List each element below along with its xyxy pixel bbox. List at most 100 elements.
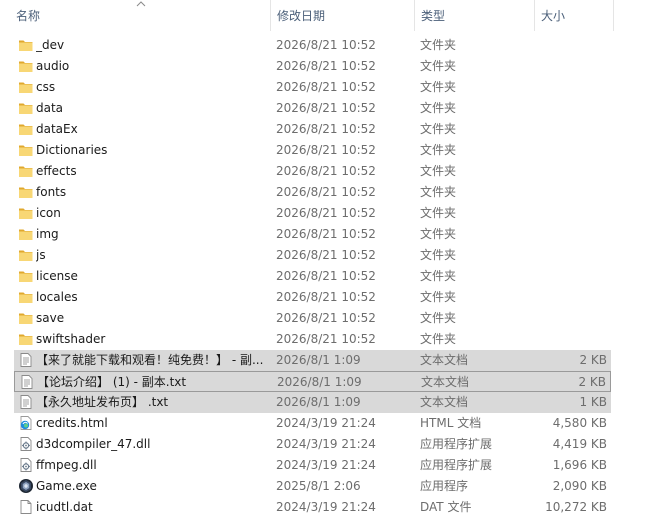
file-name: fonts [36,185,67,199]
file-row[interactable]: 【论坛介绍】 (1) - 副本.txt 2026/8/1 1:09 文本文档 2 KB [14,371,611,392]
file-type: 文本文档 [420,353,469,367]
file-modified-date: 2026/8/21 10:52 [276,206,376,220]
file-row[interactable]: license 2026/8/21 10:52 文件夹 [14,266,611,287]
file-name: js [36,248,46,262]
file-type: 文件夹 [420,101,457,115]
folder-icon [18,289,34,305]
file-row[interactable]: credits.html 2024/3/19 21:24 HTML 文档 4,580 … [14,413,611,434]
file-row[interactable]: img 2026/8/21 10:52 文件夹 [14,224,611,245]
file-type: 文本文档 [420,395,469,409]
file-name: icon [36,206,61,220]
file-row[interactable]: js 2026/8/21 10:52 文件夹 [14,245,611,266]
file-name: audio [36,59,70,73]
file-name: locales [36,290,78,304]
file-row[interactable]: effects 2026/8/21 10:52 文件夹 [14,161,611,182]
file-modified-date: 2026/8/1 1:09 [276,395,361,409]
file-name: Dictionaries [36,143,108,157]
file-row[interactable]: ffmpeg.dll 2024/3/19 21:24 应用程序扩展 1,696 KB [14,455,611,476]
file-type: 文件夹 [420,269,457,283]
column-header-date[interactable]: 修改日期 [271,0,414,31]
folder-icon [18,331,34,347]
file-name: data [36,101,64,115]
file-name: effects [36,164,77,178]
file-row[interactable]: icudtl.dat 2024/3/19 21:24 DAT 文件 10,272 KB [14,497,611,518]
file-modified-date: 2026/8/21 10:52 [276,122,376,136]
column-size-label: 大小 [541,9,566,23]
file-size: 10,272 KB [545,500,607,514]
file-modified-date: 2024/3/19 21:24 [276,416,376,430]
file-name: license [36,269,78,283]
folder-icon [18,268,34,284]
file-type: DAT 文件 [420,500,472,514]
file-type: 应用程序扩展 [420,458,493,472]
file-modified-date: 2026/8/21 10:52 [276,185,376,199]
text-file-icon [18,352,34,368]
file-row[interactable]: locales 2026/8/21 10:52 文件夹 [14,287,611,308]
file-size: 1,696 KB [552,458,607,472]
file-type: 文件夹 [420,332,457,346]
folder-icon [18,79,34,95]
folder-icon [18,121,34,137]
file-modified-date: 2026/8/21 10:52 [276,248,376,262]
folder-icon [18,100,34,116]
file-name: ffmpeg.dll [36,458,97,472]
file-row[interactable]: dataEx 2026/8/21 10:52 文件夹 [14,119,611,140]
file-row[interactable]: data 2026/8/21 10:52 文件夹 [14,98,611,119]
file-modified-date: 2026/8/21 10:52 [276,59,376,73]
file-row[interactable]: _dev 2026/8/21 10:52 文件夹 [14,35,611,56]
file-row[interactable]: icon 2026/8/21 10:52 文件夹 [14,203,611,224]
file-type: 文件夹 [420,80,457,94]
file-type: 文件夹 [420,227,457,241]
file-type: 文件夹 [420,290,457,304]
file-name: Game.exe [36,479,97,493]
file-modified-date: 2026/8/21 10:52 [276,80,376,94]
file-row[interactable]: fonts 2026/8/21 10:52 文件夹 [14,182,611,203]
file-name: d3dcompiler_47.dll [36,437,151,451]
file-row[interactable]: save 2026/8/21 10:52 文件夹 [14,308,611,329]
file-name: icudtl.dat [36,500,93,514]
column-header-size[interactable]: 大小 [535,0,613,31]
file-name: 【论坛介绍】 (1) - 副本.txt [37,375,187,389]
file-row[interactable]: css 2026/8/21 10:52 文件夹 [14,77,611,98]
file-size: 2 KB [578,375,606,389]
file-type: 文件夹 [420,185,457,199]
file-type: 文件夹 [420,206,457,220]
file-modified-date: 2026/8/21 10:52 [276,164,376,178]
file-modified-date: 2026/8/1 1:09 [277,375,362,389]
file-modified-date: 2026/8/21 10:52 [276,101,376,115]
file-modified-date: 2026/8/1 1:09 [276,353,361,367]
file-row[interactable]: Dictionaries 2026/8/21 10:52 文件夹 [14,140,611,161]
file-name: 【永久地址发布页】 .txt [36,395,169,409]
file-type: 文件夹 [420,38,457,52]
file-modified-date: 2024/3/19 21:24 [276,458,376,472]
blank-file-icon [18,499,34,515]
file-name: save [36,311,65,325]
file-row[interactable]: swiftshader 2026/8/21 10:52 文件夹 [14,329,611,350]
file-type: 文件夹 [420,164,457,178]
column-divider[interactable] [613,0,614,31]
folder-icon [18,58,34,74]
column-header-type[interactable]: 类型 [415,0,534,31]
folder-icon [18,163,34,179]
file-type: 应用程序扩展 [420,437,493,451]
column-date-label: 修改日期 [277,9,326,23]
file-type: 文件夹 [420,59,457,73]
file-name: _dev [36,38,65,52]
file-modified-date: 2024/3/19 21:24 [276,437,376,451]
file-row[interactable]: Game.exe 2025/8/1 2:06 应用程序 2,090 KB [14,476,611,497]
folder-icon [18,142,34,158]
file-modified-date: 2025/8/1 2:06 [276,479,361,493]
file-type: HTML 文档 [420,416,482,430]
file-row[interactable]: 【永久地址发布页】 .txt 2026/8/1 1:09 文本文档 1 KB [14,392,611,413]
file-size: 2 KB [579,353,607,367]
file-type: 应用程序 [420,479,469,493]
text-file-icon [19,374,35,390]
file-row[interactable]: audio 2026/8/21 10:52 文件夹 [14,56,611,77]
edge-html-icon [18,415,34,431]
folder-icon [18,205,34,221]
file-modified-date: 2026/8/21 10:52 [276,311,376,325]
file-row[interactable]: 【来了就能下载和观看！纯免费！】 - 副... 2026/8/1 1:09 文本文档… [14,350,611,371]
file-size: 1 KB [579,395,607,409]
file-row[interactable]: d3dcompiler_47.dll 2024/3/19 21:24 应用程序扩展 4… [14,434,611,455]
folder-icon [18,184,34,200]
